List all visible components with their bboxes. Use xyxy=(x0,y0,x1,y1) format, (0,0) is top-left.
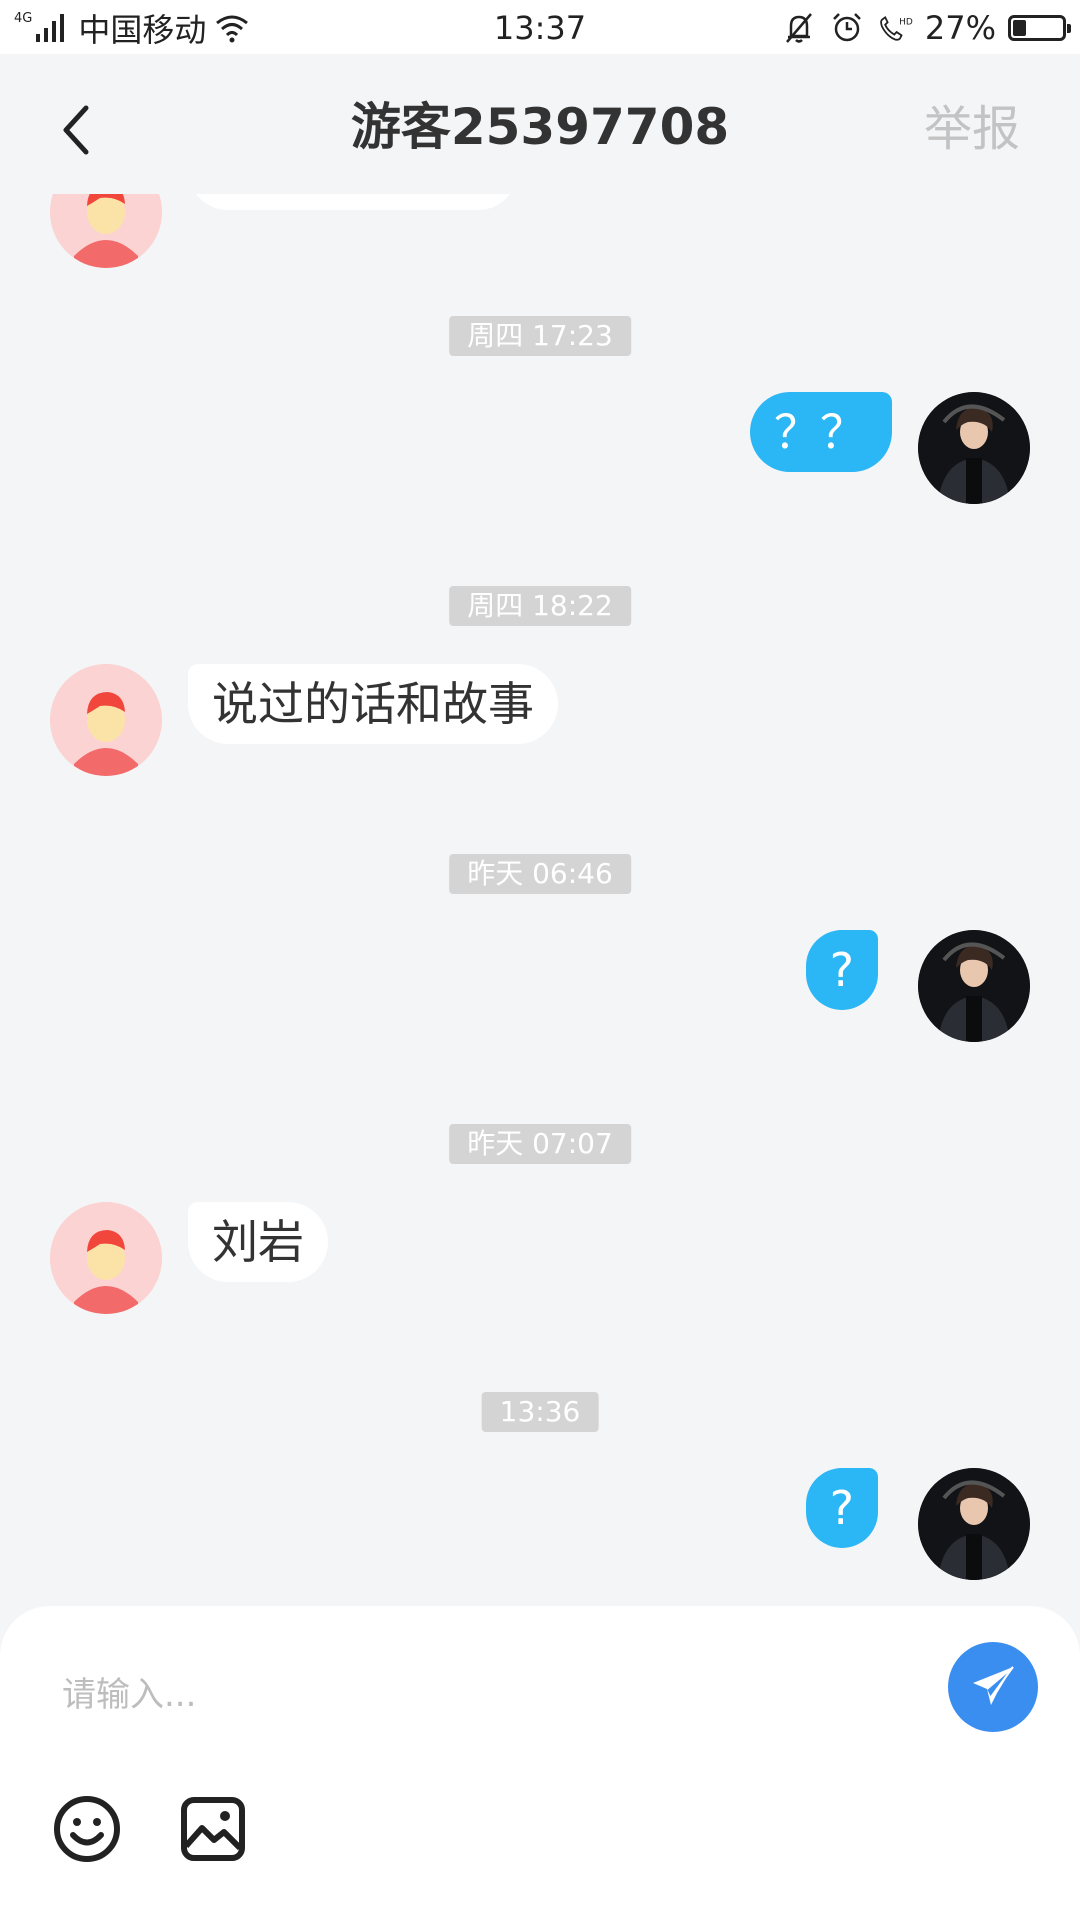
message-input[interactable] xyxy=(60,1654,864,1736)
timestamp-pill: 周四 17:23 xyxy=(449,316,631,356)
timestamp-pill: 13:36 xyxy=(481,1392,599,1432)
user-avatar-icon xyxy=(50,664,162,776)
message-bubble-self[interactable]: ？？ xyxy=(750,392,892,472)
mute-bell-icon xyxy=(785,13,812,43)
timestamp-pill: 周四 18:22 xyxy=(449,586,631,626)
other-avatar[interactable] xyxy=(50,1202,162,1314)
profile-photo xyxy=(918,1468,1030,1580)
battery-icon xyxy=(1008,15,1071,41)
page-title: 游客25397708 xyxy=(350,98,730,156)
input-panel xyxy=(0,1606,1080,1920)
paper-plane-icon xyxy=(973,1666,1014,1705)
message-bubble-partial[interactable] xyxy=(188,194,518,210)
emoji-icon xyxy=(54,1796,120,1862)
chat-message-list[interactable]: 周四 17:23 ？？ 周四 18:22 说过的话和故事 昨天 06:46 ? xyxy=(0,194,1080,1606)
emoji-button[interactable] xyxy=(50,1792,124,1866)
message-bubble-self[interactable]: ? xyxy=(805,1468,878,1548)
profile-photo xyxy=(918,392,1030,504)
user-avatar-icon xyxy=(50,1202,162,1314)
battery-percent: 27% xyxy=(924,9,996,47)
status-right: HD 27% xyxy=(781,6,1071,50)
message-bubble-other[interactable]: 刘岩 xyxy=(188,1202,328,1282)
self-avatar[interactable] xyxy=(918,930,1030,1042)
profile-photo xyxy=(918,930,1030,1042)
other-avatar[interactable] xyxy=(50,664,162,776)
status-bar: 4G 中国移动 13:37 HD 27% xyxy=(0,0,1080,54)
image-icon xyxy=(181,1797,245,1861)
self-avatar[interactable] xyxy=(918,392,1030,504)
timestamp-pill: 昨天 07:07 xyxy=(449,1124,631,1164)
user-avatar-icon xyxy=(50,194,162,268)
message-bubble-other[interactable]: 说过的话和故事 xyxy=(188,664,558,744)
send-button[interactable] xyxy=(948,1642,1038,1732)
timestamp-pill: 昨天 06:46 xyxy=(449,854,631,894)
other-avatar[interactable] xyxy=(50,194,162,268)
battery-level xyxy=(1013,20,1026,36)
alarm-icon xyxy=(832,13,861,42)
self-avatar[interactable] xyxy=(918,1468,1030,1580)
chat-header: 游客25397708 举报 xyxy=(0,54,1080,194)
image-button[interactable] xyxy=(176,1792,250,1866)
hd-label: HD xyxy=(899,18,913,28)
hd-call-icon: HD xyxy=(880,15,913,41)
report-button[interactable]: 举报 xyxy=(924,94,1020,164)
message-bubble-self[interactable]: ? xyxy=(805,930,878,1010)
